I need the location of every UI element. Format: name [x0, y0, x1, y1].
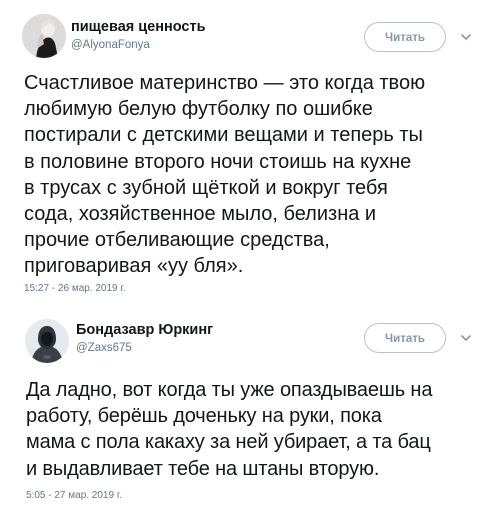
avatar-photo-icon — [22, 14, 66, 58]
follow-button[interactable]: Читать — [364, 22, 446, 52]
chevron-down-icon[interactable] — [459, 30, 473, 44]
tweet: Бондазавр Юркинг @Zaxs675 Читать Да ладн… — [0, 308, 504, 531]
avatar[interactable] — [22, 14, 66, 58]
chevron-down-icon[interactable] — [459, 331, 473, 345]
tweet-timestamp[interactable]: 5:05 - 27 мар. 2019 г. — [26, 490, 122, 501]
follow-button[interactable]: Читать — [364, 323, 446, 353]
tweet: пищевая ценность @AlyonaFonya Читать Сча… — [0, 0, 504, 308]
username-handle[interactable]: @AlyonaFonya — [71, 39, 150, 51]
display-name[interactable]: пищевая ценность — [71, 19, 206, 35]
avatar-photo-icon — [25, 319, 69, 363]
display-name[interactable]: Бондазавр Юркинг — [76, 322, 213, 338]
avatar[interactable] — [25, 319, 69, 363]
username-handle[interactable]: @Zaxs675 — [76, 342, 132, 354]
tweet-text: Счастливое материнство — это когда твою … — [24, 72, 426, 278]
tweet-text: Да ладно, вот когда ты уже опаздываешь н… — [26, 379, 433, 480]
tweet-timestamp[interactable]: 15:27 - 26 мар. 2019 г. — [24, 283, 126, 294]
